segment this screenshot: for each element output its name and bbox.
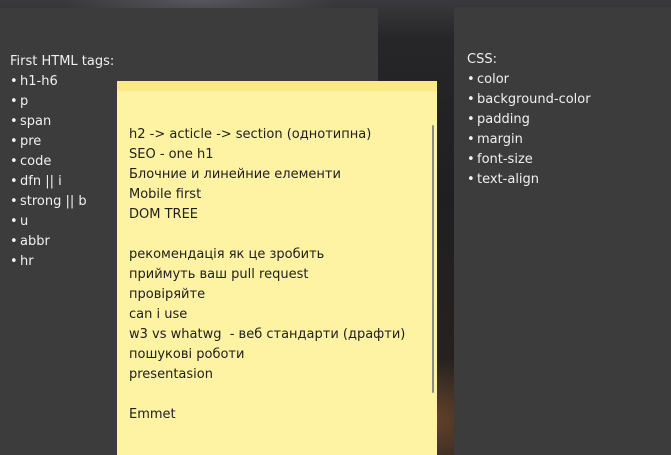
scrollbar[interactable] — [431, 125, 435, 435]
note-line: рекомендація як це зробить — [129, 247, 325, 262]
list-item: • margin — [467, 132, 523, 147]
note-line: can i use — [129, 307, 188, 322]
note-text-area[interactable]: h2 -> acticle -> section (однотипна) SEO… — [117, 91, 437, 425]
note-line — [129, 225, 437, 245]
note-line: провіряйте — [129, 287, 206, 302]
list-item: • text-align — [467, 172, 540, 187]
note-line: SEO - one h1 — [129, 147, 214, 162]
note-line: w3 vs whatwg - веб стандарти (драфти) — [129, 327, 406, 342]
list-item: • padding — [467, 112, 530, 127]
note-title-bar[interactable] — [117, 81, 437, 91]
sticky-note-css[interactable]: CSS: • color • background-color • padding •… — [454, 7, 671, 455]
note-line: DOM TREE — [129, 207, 198, 222]
scrollbar-thumb[interactable] — [432, 125, 434, 393]
note-line: Mobile first — [129, 187, 202, 202]
sticky-note-yellow[interactable]: h2 -> acticle -> section (однотипна) SEO… — [117, 81, 437, 455]
list-item: • color — [467, 72, 510, 87]
note-line: Emmet — [129, 407, 176, 422]
list-item: • font-size — [467, 152, 533, 167]
list-item: • background-color — [467, 92, 591, 107]
note-title: CSS: — [467, 52, 497, 67]
note-line: Блочние и линейние елементи — [129, 167, 341, 182]
note-line: пошукові роботи — [129, 347, 245, 362]
note-line — [129, 385, 437, 405]
css-properties-list: • color • background-color • padding • margi… — [467, 70, 671, 190]
note-title: First HTML tags: — [10, 54, 115, 69]
note-line: приймуть ваш pull request — [129, 267, 309, 282]
note-line: h2 -> acticle -> section (однотипна) — [129, 127, 372, 142]
note-line: presentasion — [129, 367, 213, 382]
